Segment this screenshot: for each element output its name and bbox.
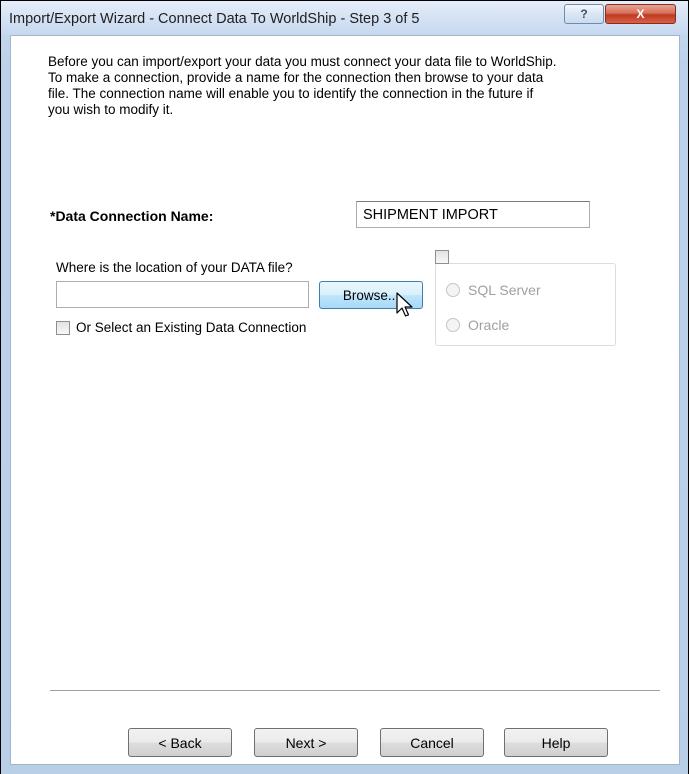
wizard-content: [10, 35, 680, 765]
window-title: Import/Export Wizard - Connect Data To W…: [9, 11, 420, 27]
help-button[interactable]: Help: [504, 728, 608, 757]
existing-connection-label: Or Select an Existing Data Connection: [76, 320, 307, 335]
next-button[interactable]: Next >: [254, 728, 358, 757]
footer-separator: [50, 690, 660, 692]
mouse-pointer-icon: [396, 292, 413, 317]
oracle-label: Oracle: [468, 317, 510, 333]
sql-server-label: SQL Server: [468, 282, 541, 298]
data-file-path-input[interactable]: [56, 281, 309, 308]
help-icon[interactable]: ?: [564, 4, 604, 24]
database-group: [435, 263, 616, 346]
close-icon[interactable]: X: [605, 4, 676, 24]
existing-connection-checkbox[interactable]: [56, 321, 70, 335]
connection-name-input[interactable]: [356, 201, 590, 228]
sql-server-radio[interactable]: [446, 283, 460, 297]
title-bar[interactable]: Import/Export Wizard - Connect Data To W…: [1, 1, 688, 35]
database-checkbox[interactable]: [435, 250, 449, 264]
back-button[interactable]: < Back: [128, 728, 232, 757]
intro-text: Before you can import/export your data y…: [48, 54, 557, 117]
data-file-location-label: Where is the location of your DATA file?: [56, 260, 293, 275]
cancel-button[interactable]: Cancel: [380, 728, 484, 757]
oracle-radio[interactable]: [446, 318, 460, 332]
connection-name-label: *Data Connection Name:: [50, 208, 214, 224]
